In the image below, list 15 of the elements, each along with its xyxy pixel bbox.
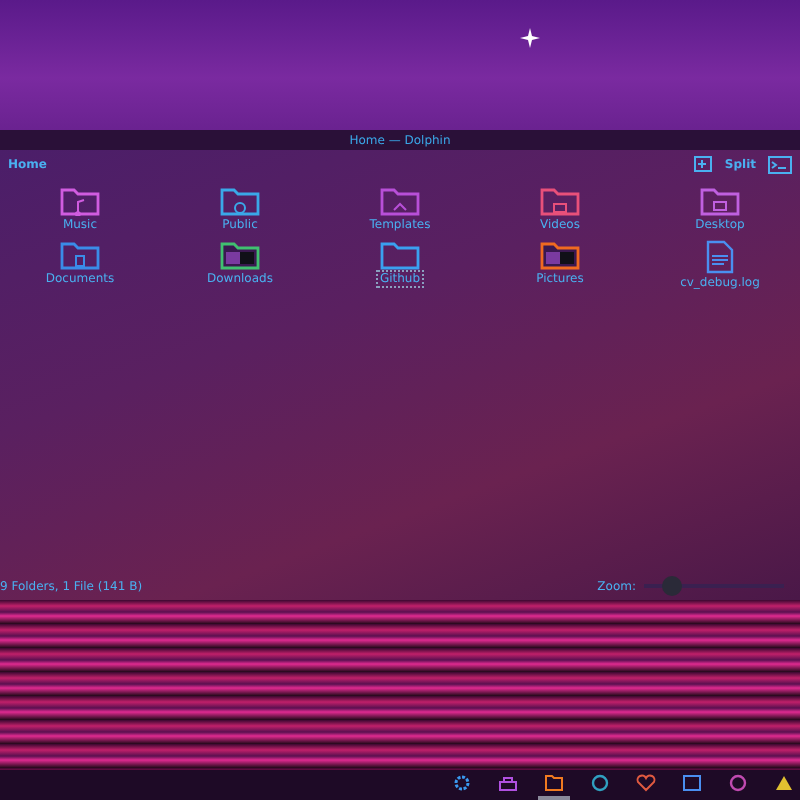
- folder-icon[interactable]: [60, 186, 100, 216]
- folder-icon[interactable]: [220, 186, 260, 216]
- text-file-icon[interactable]: [706, 240, 734, 274]
- terminal-icon[interactable]: [768, 155, 792, 173]
- panel-icon[interactable]: [694, 156, 713, 172]
- folder-icon[interactable]: [540, 186, 580, 216]
- taskbar-button[interactable]: [538, 770, 570, 800]
- folder-thumbnails-icon[interactable]: [220, 240, 260, 270]
- folder-icon[interactable]: [380, 240, 420, 270]
- star-icon: [520, 28, 540, 48]
- folder-thumbnails-icon[interactable]: [540, 240, 580, 270]
- folder-icon[interactable]: [700, 186, 740, 216]
- folder-icon[interactable]: [60, 240, 100, 270]
- folder-icon[interactable]: [380, 186, 420, 216]
- slider-thumb[interactable]: [662, 576, 682, 596]
